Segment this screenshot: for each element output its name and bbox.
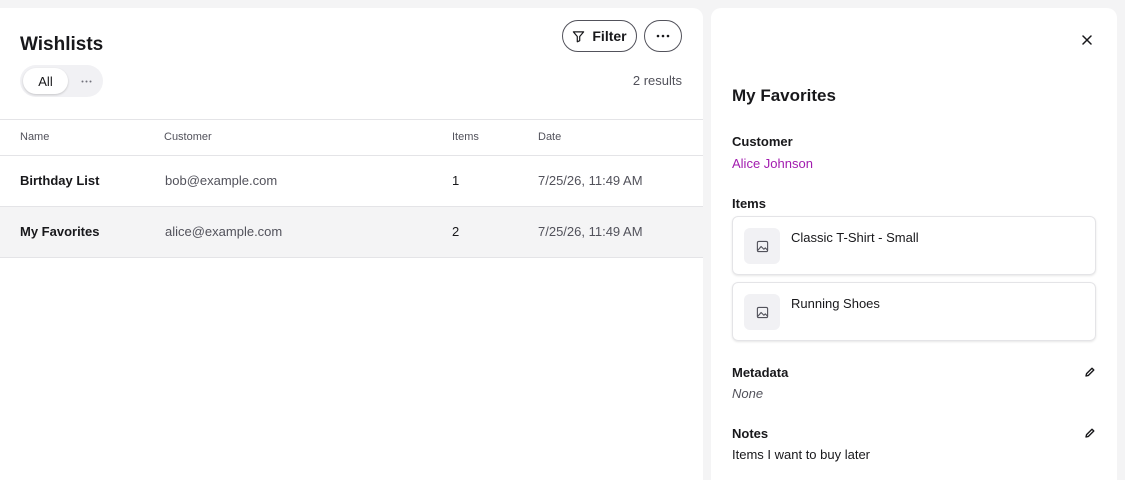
row-customer: alice@example.com [165, 224, 283, 239]
row-items: 1 [452, 173, 460, 188]
column-header-name[interactable]: Name [20, 131, 49, 143]
image-placeholder-icon [756, 240, 768, 252]
view-segmented-control: All [20, 65, 103, 97]
wishlist-item-card[interactable]: Running Shoes [732, 282, 1096, 341]
image-placeholder-icon [756, 306, 768, 318]
row-name: Birthday List [20, 173, 100, 188]
more-icon [81, 80, 91, 82]
wishlists-table: Name Customer Items Date Birthday List b… [0, 119, 703, 258]
metadata-label: Metadata [732, 365, 789, 380]
more-icon [656, 34, 670, 38]
detail-title: My Favorites [732, 86, 836, 105]
row-date: 7/25/26, 11:49 AM [538, 173, 643, 188]
close-detail-button[interactable] [1077, 30, 1097, 50]
page-title: Wishlists [20, 34, 104, 55]
edit-metadata-icon[interactable] [1084, 366, 1096, 378]
close-icon [1082, 35, 1092, 45]
wishlist-item-card[interactable]: Classic T-Shirt - Small [732, 216, 1096, 275]
more-actions-button[interactable] [644, 20, 682, 52]
column-header-date[interactable]: Date [538, 131, 561, 143]
row-items: 2 [452, 224, 460, 239]
segment-all[interactable]: All [23, 68, 68, 94]
segment-more[interactable] [72, 68, 100, 94]
notes-label: Notes [732, 426, 769, 441]
edit-notes-icon[interactable] [1084, 427, 1096, 439]
column-header-items[interactable]: Items [452, 131, 479, 143]
item-title: Classic T-Shirt - Small [791, 230, 919, 245]
filter-button[interactable]: Filter [562, 20, 637, 52]
filter-icon [573, 30, 585, 42]
filter-button-label: Filter [592, 28, 627, 44]
row-customer: bob@example.com [165, 173, 278, 188]
notes-value: Items I want to buy later [732, 447, 871, 462]
customer-label: Customer [732, 134, 793, 149]
table-header: Name Customer Items Date [0, 119, 703, 156]
items-label: Items [732, 196, 766, 211]
item-title: Running Shoes [791, 296, 880, 311]
table-row[interactable]: Birthday List bob@example.com 1 7/25/26,… [0, 156, 703, 207]
column-header-customer[interactable]: Customer [164, 131, 212, 143]
item-thumbnail [744, 228, 780, 264]
item-thumbnail [744, 294, 780, 330]
results-count: 2 results [632, 73, 682, 88]
table-row[interactable]: My Favorites alice@example.com 2 7/25/26… [0, 207, 703, 258]
row-name: My Favorites [20, 224, 100, 239]
wishlist-detail-panel: My Favorites Customer Alice Johnson Item… [711, 8, 1117, 480]
wishlists-panel: Wishlists Filter All 2 results Name Cust… [0, 8, 703, 480]
customer-link[interactable]: Alice Johnson [732, 156, 813, 171]
metadata-value: None [732, 386, 764, 401]
row-date: 7/25/26, 11:49 AM [538, 224, 643, 239]
